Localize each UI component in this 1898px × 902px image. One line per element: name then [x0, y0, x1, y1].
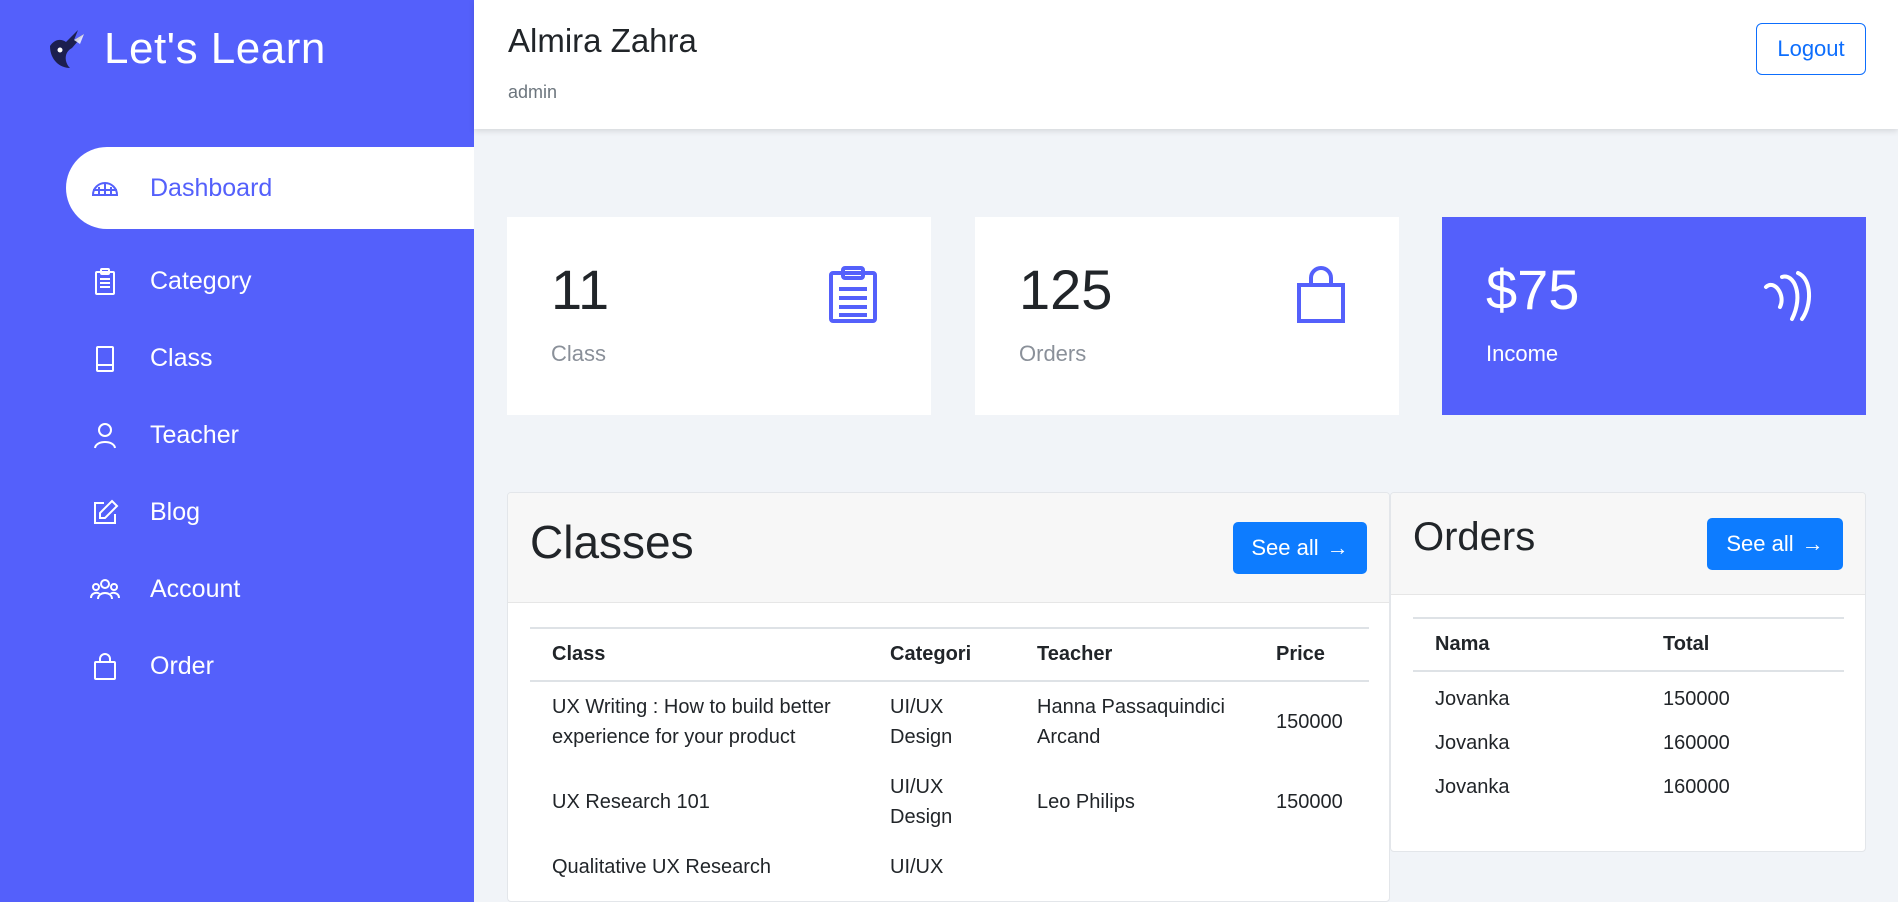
- table-header-row: Nama Total: [1413, 617, 1844, 672]
- column-header[interactable]: Price: [1254, 627, 1369, 682]
- table-cell: 150000: [1663, 688, 1730, 710]
- column-header[interactable]: Class: [530, 627, 868, 682]
- brand-name: Let's Learn: [104, 24, 326, 73]
- table-cell: Jovanka: [1435, 732, 1510, 754]
- table-cell: UX Writing : How to build better experie…: [552, 696, 831, 748]
- classes-panel: Classes See all → Class Categori Teacher…: [507, 492, 1390, 902]
- table-cell: UI/UX Design: [890, 776, 953, 828]
- table-cell: Jovanka: [1435, 688, 1510, 710]
- sidebar-item-label: Category: [150, 267, 252, 295]
- stat-caption: Orders: [1019, 341, 1087, 366]
- orders-panel-header: Orders See all →: [1391, 493, 1865, 595]
- bag-icon: [94, 652, 116, 680]
- table-header-row: Class Categori Teacher Price: [530, 627, 1369, 682]
- orders-see-all-button[interactable]: See all →: [1707, 518, 1843, 570]
- classes-table: Class Categori Teacher Price UX Writing …: [530, 627, 1369, 892]
- table-row[interactable]: Jovanka 150000: [1413, 671, 1844, 721]
- income-icon: [1764, 271, 1811, 321]
- sidebar-item-dashboard[interactable]: Dashboard: [66, 147, 474, 229]
- table-row[interactable]: UX Research 101 UI/UX Design Leo Philips…: [530, 762, 1369, 842]
- users-icon: [90, 578, 120, 599]
- sidebar-item-label: Teacher: [150, 421, 239, 449]
- sidebar-item-category[interactable]: Category: [0, 243, 474, 320]
- dashboard-icon: [91, 182, 119, 196]
- table-cell: 160000: [1663, 732, 1730, 754]
- stat-caption: Class: [551, 341, 607, 366]
- sidebar-item-blog[interactable]: Blog: [0, 474, 474, 551]
- stat-card-class: 11 Class: [507, 217, 931, 415]
- sidebar-item-label: Order: [150, 652, 214, 680]
- sidebar: Let's Learn Dashboard Category Class Tea…: [0, 0, 474, 902]
- user-name: Almira Zahra: [508, 22, 697, 59]
- classes-title: Classes: [530, 516, 694, 568]
- book-icon: [96, 345, 114, 372]
- stat-card-income: $75 Income: [1442, 217, 1866, 415]
- see-all-label: See all: [1726, 531, 1794, 556]
- sidebar-item-order[interactable]: Order: [0, 628, 474, 705]
- sidebar-item-account[interactable]: Account: [0, 551, 474, 628]
- table-cell: 160000: [1663, 776, 1730, 798]
- table-cell: [1015, 842, 1254, 892]
- arrow-right-icon: →: [1801, 531, 1824, 556]
- brand[interactable]: Let's Learn: [44, 24, 326, 74]
- table-cell: Hanna Passaquindici Arcand: [1037, 696, 1225, 748]
- orders-title: Orders: [1413, 515, 1536, 559]
- sidebar-item-teacher[interactable]: Teacher: [0, 397, 474, 474]
- orders-table: Nama Total Jovanka 150000 Jovanka 160000…: [1413, 617, 1844, 809]
- sidebar-item-label: Account: [150, 575, 241, 603]
- sidebar-item-label: Class: [150, 344, 213, 372]
- stat-value: 125: [1019, 258, 1113, 321]
- stat-card-orders: 125 Orders: [975, 217, 1399, 415]
- classes-see-all-button[interactable]: See all →: [1233, 522, 1367, 574]
- table-cell: UX Research 101: [552, 791, 710, 813]
- orders-panel: Orders See all → Nama Total Jovanka 1500…: [1390, 492, 1866, 852]
- logout-button[interactable]: Logout: [1756, 23, 1866, 75]
- sidebar-item-label: Blog: [150, 498, 201, 526]
- table-row[interactable]: UX Writing : How to build better experie…: [530, 681, 1369, 762]
- table-cell: Qualitative UX Research: [552, 856, 771, 878]
- user-icon: [94, 422, 116, 448]
- table-cell: Jovanka: [1435, 776, 1510, 798]
- orders-table-wrap: Nama Total Jovanka 150000 Jovanka 160000…: [1391, 595, 1865, 809]
- clipboard-icon: [829, 266, 877, 323]
- table-row[interactable]: Jovanka 160000: [1413, 721, 1844, 765]
- classes-panel-header: Classes See all →: [508, 493, 1389, 603]
- table-row[interactable]: Qualitative UX Research UI/UX: [530, 842, 1369, 892]
- table-cell: Leo Philips: [1037, 791, 1135, 813]
- arrow-right-icon: →: [1326, 535, 1349, 560]
- table-cell: UI/UX Design: [890, 696, 953, 748]
- classes-table-wrap: Class Categori Teacher Price UX Writing …: [508, 603, 1389, 892]
- clipboard-icon: [95, 267, 115, 295]
- table-cell: [1254, 842, 1369, 892]
- fox-logo-icon: [50, 30, 84, 68]
- table-cell: 150000: [1276, 791, 1343, 813]
- edit-icon: [94, 499, 119, 524]
- bag-icon: [1297, 266, 1345, 323]
- stat-value: 11: [551, 258, 610, 321]
- stat-caption: Income: [1486, 341, 1559, 366]
- sidebar-nav: Dashboard Category Class Teacher Blog Ac…: [0, 147, 474, 705]
- table-row[interactable]: Jovanka 160000: [1413, 765, 1844, 809]
- user-role: admin: [508, 82, 558, 102]
- column-header[interactable]: Teacher: [1015, 627, 1254, 682]
- see-all-label: See all: [1251, 535, 1319, 560]
- table-cell: 150000: [1276, 711, 1343, 733]
- column-header[interactable]: Total: [1641, 617, 1844, 672]
- table-cell: UI/UX: [890, 856, 944, 878]
- sidebar-item-label: Dashboard: [150, 173, 273, 202]
- column-header[interactable]: Nama: [1413, 617, 1641, 672]
- stat-value: $75: [1486, 258, 1580, 321]
- column-header[interactable]: Categori: [868, 627, 1015, 682]
- sidebar-item-class[interactable]: Class: [0, 320, 474, 397]
- top-header: Almira Zahra admin Logout: [474, 0, 1898, 129]
